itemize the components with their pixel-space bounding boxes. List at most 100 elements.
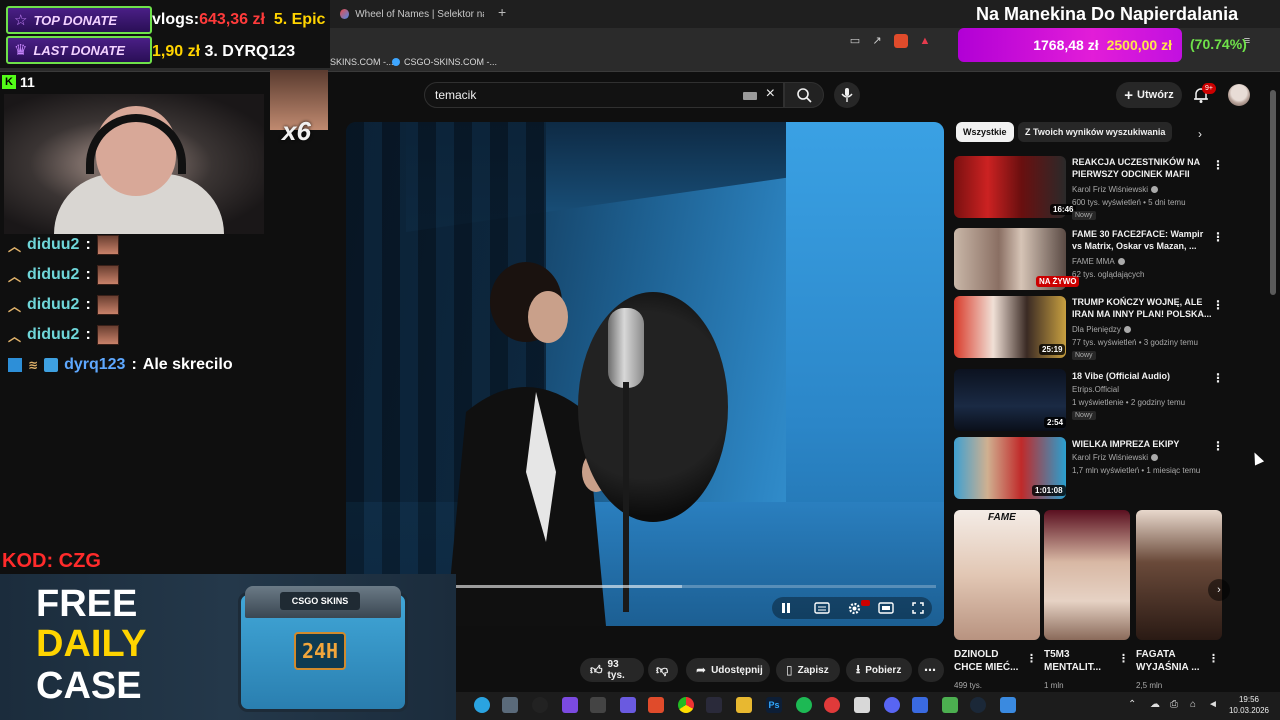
folder-icon[interactable] [736,697,752,713]
more-options-icon[interactable]: ⋮ [1212,371,1224,385]
save-button[interactable]: ▯ Zapisz [776,658,840,682]
download-icon: ⭳ [856,661,861,676]
clear-search-icon[interactable]: × [766,85,775,103]
chevron-right-icon[interactable]: › [1198,127,1202,141]
brave-icon[interactable] [648,697,664,713]
short-thumbnail[interactable]: FAME [954,510,1040,640]
short-thumbnail[interactable] [1136,510,1222,640]
top-donate-amount: 643,36 zł [199,11,265,28]
promo-code: KOD: CZG [2,550,101,572]
recommendation-item[interactable]: 1:01:08 WIELKA IMPREZA EKIPY Karol Friz … [954,437,1244,499]
create-button[interactable]: + Utwórz [1116,82,1182,108]
app-blue-icon[interactable] [1000,697,1016,713]
recommendation-item[interactable]: NA ŻYWO FAME 30 FACE2FACE: Wampir vs Mat… [954,228,1244,290]
sidebar-scrollbar[interactable] [1270,90,1276,295]
recommendation-item[interactable]: 25:19 TRUMP KOŃCZY WOJNĘ, ALE IRAN MA IN… [954,296,1244,360]
channel-name[interactable]: Karol Friz Wiśniewski [1072,453,1159,462]
share-icon[interactable]: ↗ [870,34,884,48]
mic-tray-icon[interactable]: ⎙ [1170,699,1178,710]
account-avatar[interactable] [1228,84,1250,106]
video-title[interactable]: 18 Vibe (Official Audio) [1072,370,1212,382]
short-thumbnail[interactable] [1044,510,1130,640]
bookmark-icon: ▯ [786,663,793,677]
minecraft-icon[interactable] [942,697,958,713]
bookmark-item[interactable]: CSGO-SKINS.COM -... [392,57,497,67]
channel-name[interactable]: Etrips.Official [1072,385,1119,394]
microphone-icon [841,88,853,102]
new-tab-icon[interactable]: + [498,4,506,20]
chat-message: ︿ diduu2 : [8,263,308,287]
shorts-next-button[interactable]: › [1208,579,1230,601]
like-button[interactable]: 👍︎ 93 tys. [580,658,644,682]
bookmark-item[interactable]: SKINS.COM -... [330,57,394,67]
telegram-icon[interactable] [474,697,490,713]
xbox-icon[interactable] [620,697,636,713]
cloud-icon[interactable]: ☁ [1150,699,1160,710]
dislike-button[interactable]: 👎︎ [648,658,678,682]
more-options-icon[interactable]: ⋮ [1212,298,1224,312]
stream-goal-title: Na Manekina Do Napierdalania [976,4,1239,24]
channel-name[interactable]: Dla Pieniędzy [1072,325,1131,334]
search-input[interactable]: temacik × [424,82,784,108]
more-options-icon[interactable]: ⋮ [1118,652,1129,665]
video-player[interactable] [346,122,944,626]
spotify-icon[interactable] [796,697,812,713]
more-options-icon[interactable]: ⋮ [1026,652,1037,665]
short-title[interactable]: FAGATA WYJAŚNIA ... [1136,648,1210,674]
short-title[interactable]: T5M3 MENTALIT... [1044,648,1118,674]
subtitles-button[interactable] [812,598,832,618]
more-options-icon[interactable]: ⋮ [1208,652,1219,665]
screen-icon[interactable]: ▭ [848,34,862,48]
app-icon[interactable] [562,697,578,713]
video-title[interactable]: REAKCJA UCZESTNIKÓW NA PIERWSZY ODCINEK … [1072,156,1212,180]
short-views: 499 tys. [954,681,983,690]
video-title[interactable]: TRUMP KOŃCZY WOJNĘ, ALE IRAN MA INNY PLA… [1072,296,1212,320]
more-actions-button[interactable]: ⋯ [918,658,944,682]
system-clock[interactable]: 19:56 10.03.2026 [1226,694,1272,716]
discord-icon[interactable] [884,697,900,713]
launcher-icon[interactable] [912,697,928,713]
chat-username: diduu2 [27,296,80,313]
chrome-icon[interactable] [678,697,694,713]
pause-button[interactable] [776,598,796,618]
video-title[interactable]: FAME 30 FACE2FACE: Wampir vs Matrix, Osk… [1072,228,1212,252]
photoshop-icon[interactable]: Ps [766,697,782,713]
camera-icon[interactable] [502,697,518,713]
fullscreen-button[interactable] [908,598,928,618]
share-button[interactable]: ➦ Udostępnij [686,658,770,682]
short-title[interactable]: DZINOLD CHCE MIEĆ... [954,648,1028,674]
more-options-icon[interactable]: ⋮ [1212,230,1224,244]
volume-icon[interactable]: ◄ [1208,699,1218,710]
channel-name[interactable]: Karol Friz Wiśniewski [1072,185,1159,194]
download-button[interactable]: ⭳ Pobierz [846,658,912,682]
steam-icon[interactable] [970,697,986,713]
browser-tab[interactable]: Wheel of Names | Selektor nazw loso [332,4,492,24]
channel-name[interactable]: FAME MMA [1072,257,1125,266]
filter-chip-all[interactable]: Wszystkie [956,122,1014,142]
document-icon[interactable] [854,697,870,713]
chat-message: ︿ diduu2 : [8,323,308,347]
voice-search-button[interactable] [834,82,860,108]
filter-chip-from-search[interactable]: Z Twoich wyników wyszukiwania [1018,122,1173,142]
duration-badge: 1:01:08 [1032,485,1066,496]
video-title[interactable]: WIELKA IMPREZA EKIPY [1072,438,1212,450]
obs-icon[interactable] [532,697,548,713]
search-button[interactable] [784,82,824,108]
app-red-icon[interactable] [824,697,840,713]
brave-shield-icon[interactable] [894,34,908,48]
network-icon[interactable]: ⌂ [1190,699,1196,710]
theater-mode-button[interactable] [876,598,896,618]
more-options-icon[interactable]: ⋮ [1212,439,1224,453]
rewards-icon[interactable]: ▲ [918,34,932,48]
save-label: Zapisz [797,664,829,676]
star-icon: ☆ [14,12,28,29]
more-options-icon[interactable]: ⋮ [1212,158,1224,172]
video-progress-bar[interactable] [456,585,936,588]
keyboard-icon[interactable] [743,92,757,100]
capcut-icon[interactable] [706,697,722,713]
cube-icon[interactable] [590,697,606,713]
recommendation-item[interactable]: 2:54 18 Vibe (Official Audio) Etrips.Off… [954,369,1244,431]
verified-icon [1117,258,1125,266]
tray-chevron-icon[interactable]: ⌃ [1128,699,1136,710]
recommendation-item[interactable]: 16:46 REAKCJA UCZESTNIKÓW NA PIERWSZY OD… [954,156,1244,220]
